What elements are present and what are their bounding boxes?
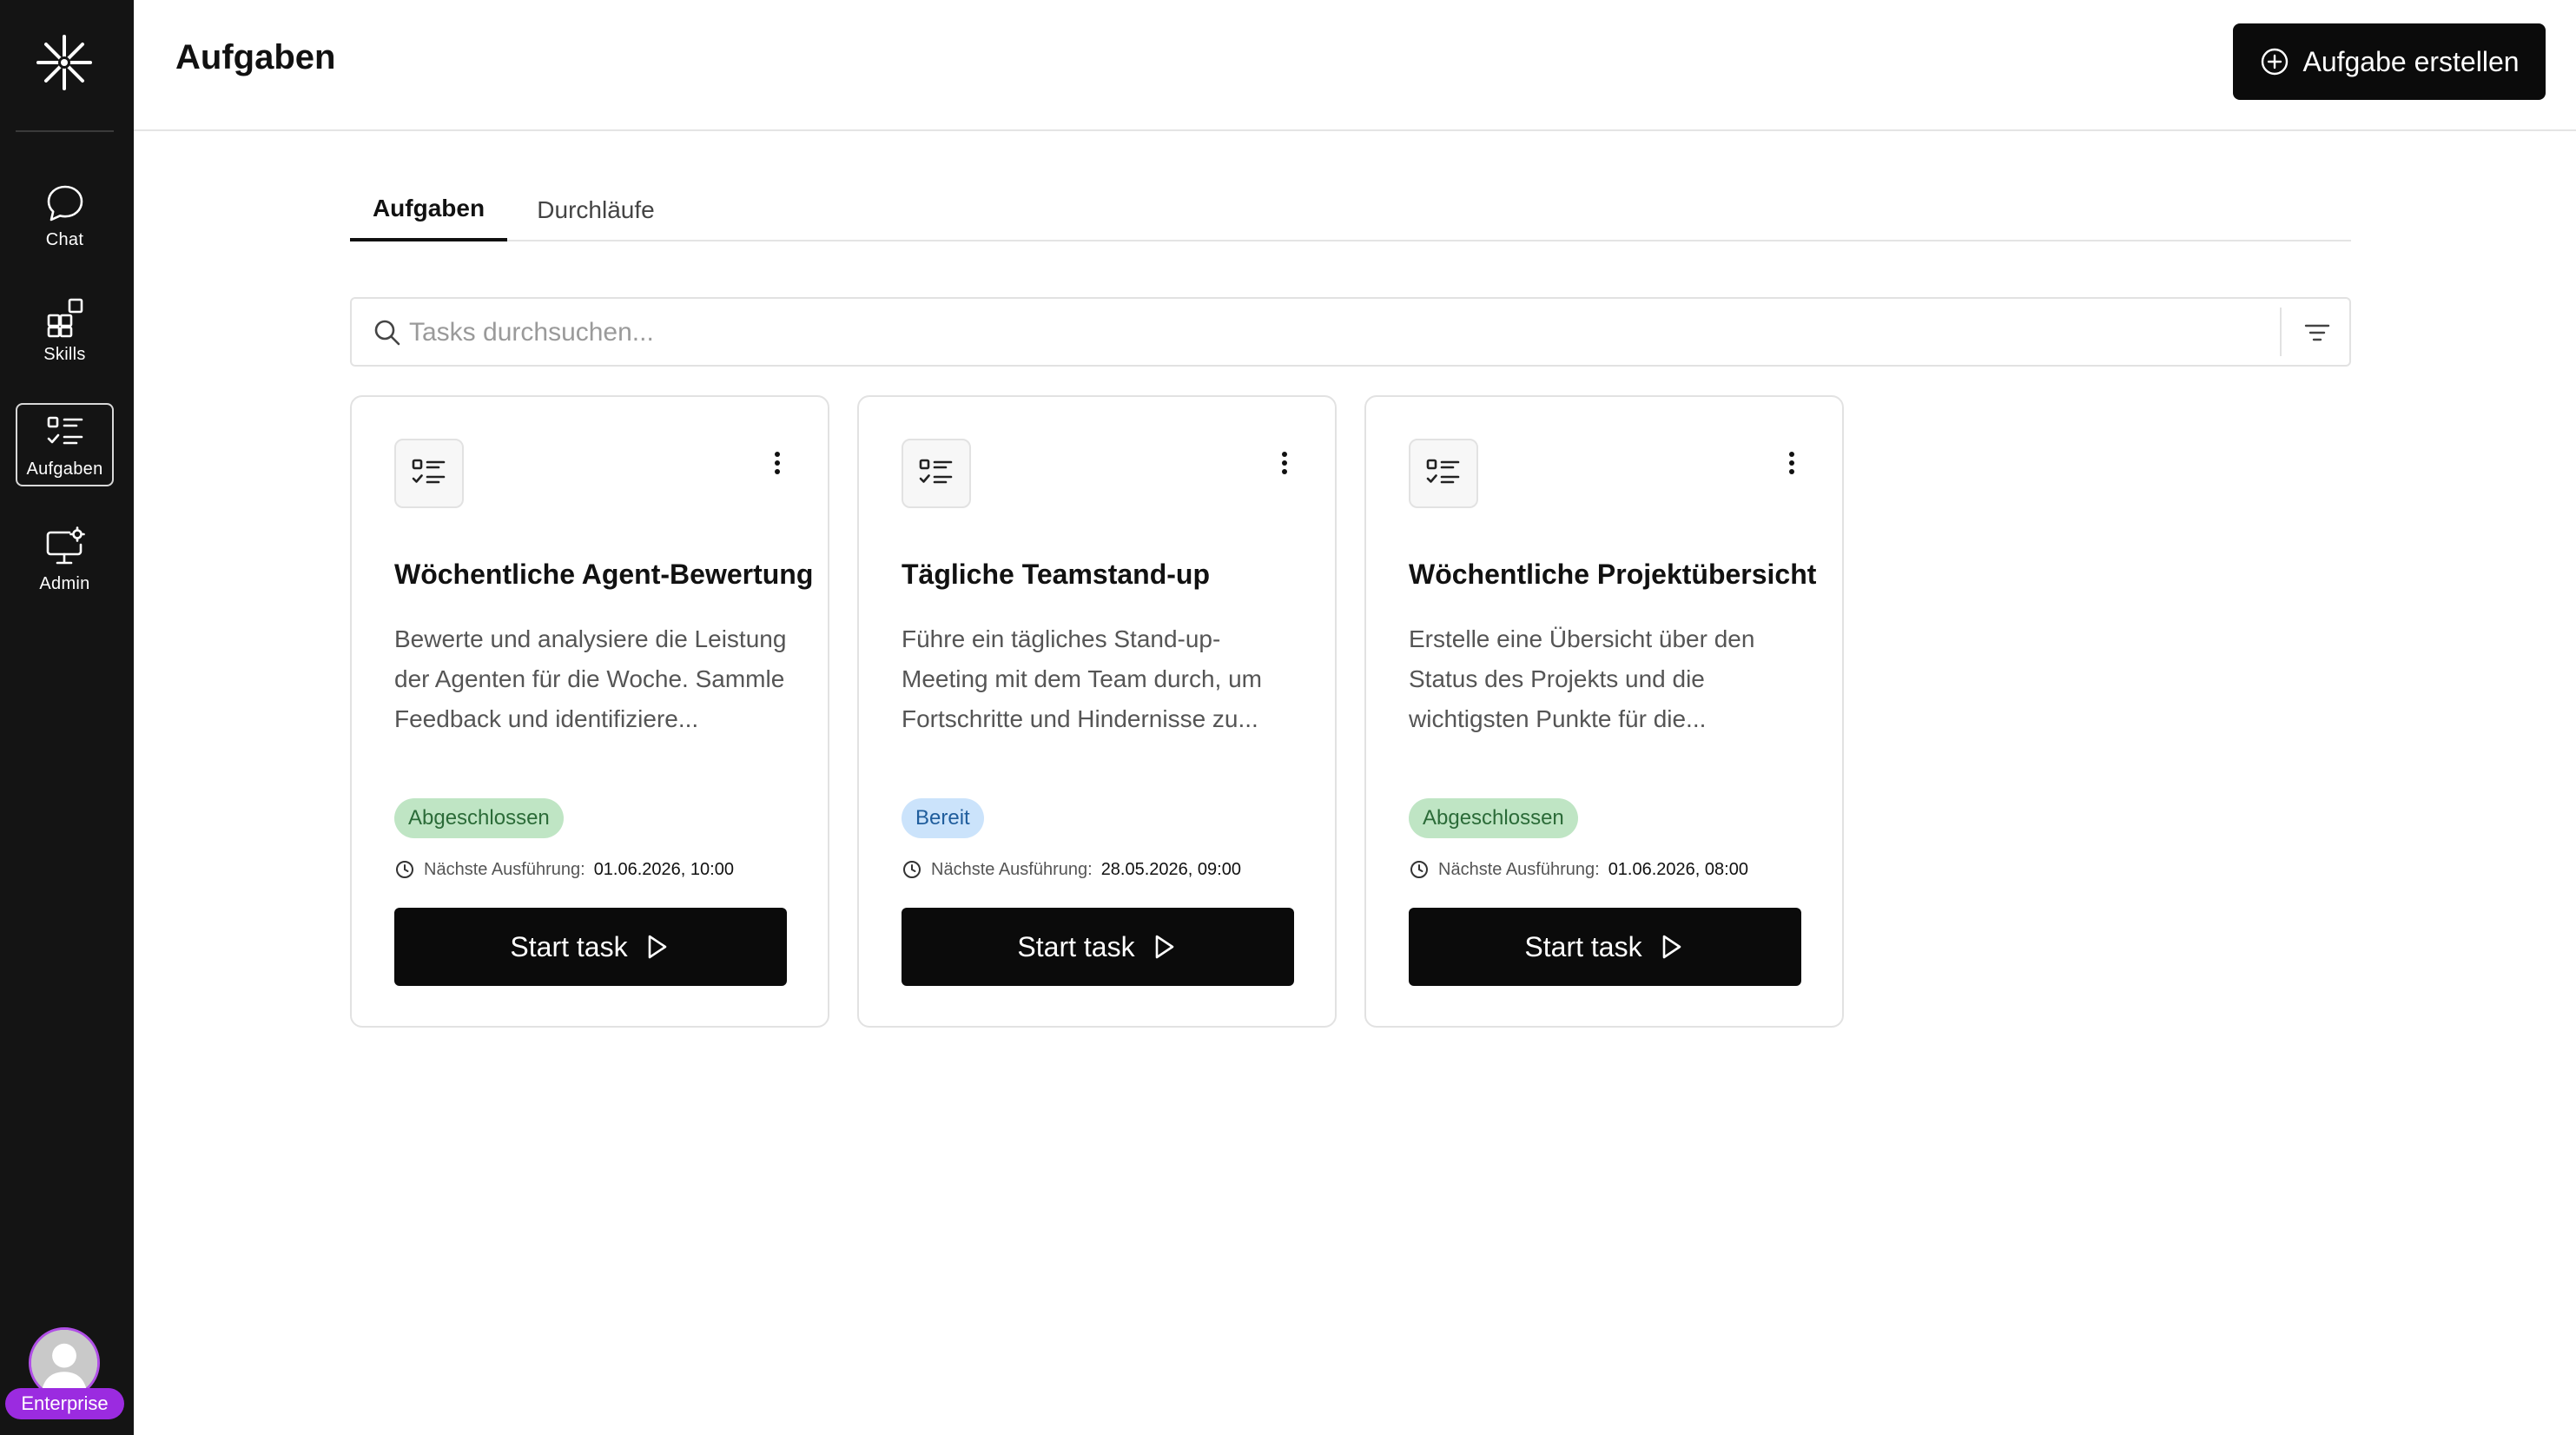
asterisk-logo-icon <box>36 35 92 90</box>
plus-circle-icon <box>2262 48 2289 76</box>
next-run-info: Nächste Ausführung: 01.06.2026, 10:00 <box>394 859 734 880</box>
more-vertical-icon[interactable] <box>1779 446 1805 480</box>
clock-icon <box>396 861 413 878</box>
card-title: Wöchentliche Agent-Bewertung <box>394 559 814 590</box>
card-title: Tägliche Teamstand-up <box>902 559 1211 590</box>
tab-bar: Aufgaben Durchläufe <box>350 179 2351 241</box>
user-account[interactable]: Enterprise <box>0 1326 134 1430</box>
search-icon <box>374 320 400 346</box>
sidebar-item-label: Aufgaben <box>26 459 103 479</box>
play-icon <box>1155 935 1173 959</box>
tab-aufgaben[interactable]: Aufgaben <box>350 179 507 241</box>
filter-icon[interactable] <box>2301 316 2334 349</box>
card-description: Führe ein tägliches Stand-up-Meeting mit… <box>902 625 1262 732</box>
next-run-label: Nächste Ausführung: <box>931 859 1093 879</box>
chat-bubble-icon <box>47 185 83 221</box>
task-list-icon <box>919 459 953 484</box>
sidebar-item-label: Skills <box>43 344 86 364</box>
next-run-label: Nächste Ausführung: <box>424 859 585 879</box>
status-badge: Bereit <box>902 798 984 838</box>
more-vertical-icon[interactable] <box>764 446 790 480</box>
status-badge: Abgeschlossen <box>394 798 564 838</box>
create-task-button[interactable]: Aufgabe erstellen <box>2233 23 2546 100</box>
page-header: Aufgaben Aufgabe erstellen <box>134 0 2576 131</box>
task-list-icon <box>412 459 446 484</box>
search-divider <box>2280 308 2282 356</box>
next-run-value: 01.06.2026, 08:00 <box>1608 859 1748 879</box>
start-task-button[interactable]: Start task <box>394 908 787 986</box>
card-description: Bewerte und analysiere die Leistung der … <box>394 625 787 732</box>
card-icon <box>394 439 464 508</box>
sidebar-divider <box>16 130 114 132</box>
clock-icon <box>903 861 921 878</box>
more-vertical-icon[interactable] <box>1271 446 1298 480</box>
start-task-label: Start task <box>510 930 628 962</box>
start-task-label: Start task <box>1017 930 1135 962</box>
task-card[interactable]: Tägliche Teamstand-up Führe ein tägliche… <box>857 395 1337 1028</box>
task-card[interactable]: Wöchentliche Projektübersicht Erstelle e… <box>1364 395 1844 1028</box>
next-run-info: Nächste Ausführung: 28.05.2026, 09:00 <box>902 859 1241 880</box>
status-badge: Abgeschlossen <box>1409 798 1578 838</box>
card-icon <box>902 439 971 508</box>
card-icon <box>1409 439 1478 508</box>
sidebar-item-skills[interactable]: Skills <box>16 288 114 372</box>
sidebar-item-chat[interactable]: Chat <box>16 174 114 257</box>
sidebar: Chat Skills Aufgaben Admin Enterprise <box>0 0 134 1435</box>
card-title: Wöchentliche Projektübersicht <box>1409 559 1817 590</box>
tab-durchlaeufe[interactable]: Durchläufe <box>519 179 672 241</box>
task-list-icon <box>1426 459 1460 484</box>
skills-icon <box>47 298 83 337</box>
sidebar-item-aufgaben[interactable]: Aufgaben <box>16 403 114 486</box>
create-task-label: Aufgabe erstellen <box>2302 45 2520 77</box>
search-input[interactable] <box>409 308 2250 358</box>
start-task-button[interactable]: Start task <box>902 908 1294 986</box>
start-task-button[interactable]: Start task <box>1409 908 1801 986</box>
logo[interactable] <box>35 33 94 92</box>
admin-monitor-icon <box>46 526 85 564</box>
play-icon <box>1662 935 1681 959</box>
user-avatar-icon <box>31 1330 97 1396</box>
task-card[interactable]: Wöchentliche Agent-Bewertung Bewerte und… <box>350 395 829 1028</box>
sidebar-item-label: Chat <box>45 229 84 249</box>
page-title: Aufgaben <box>175 38 336 76</box>
next-run-info: Nächste Ausführung: 01.06.2026, 08:00 <box>1409 859 1748 880</box>
start-task-label: Start task <box>1524 930 1642 962</box>
search-bar <box>350 297 2351 367</box>
sidebar-item-label: Admin <box>39 573 90 593</box>
next-run-value: 28.05.2026, 09:00 <box>1100 859 1241 879</box>
next-run-label: Nächste Ausführung: <box>1438 859 1600 879</box>
plan-badge: Enterprise <box>5 1388 124 1419</box>
app-root: Chat Skills Aufgaben Admin Enterprise Au… <box>0 0 2576 1435</box>
next-run-value: 01.06.2026, 10:00 <box>593 859 734 879</box>
sidebar-item-admin[interactable]: Admin <box>16 518 114 601</box>
play-icon <box>648 935 666 959</box>
card-description: Erstelle eine Übersicht über den Status … <box>1409 625 1755 732</box>
task-list-icon <box>47 416 83 444</box>
clock-icon <box>1410 861 1428 878</box>
